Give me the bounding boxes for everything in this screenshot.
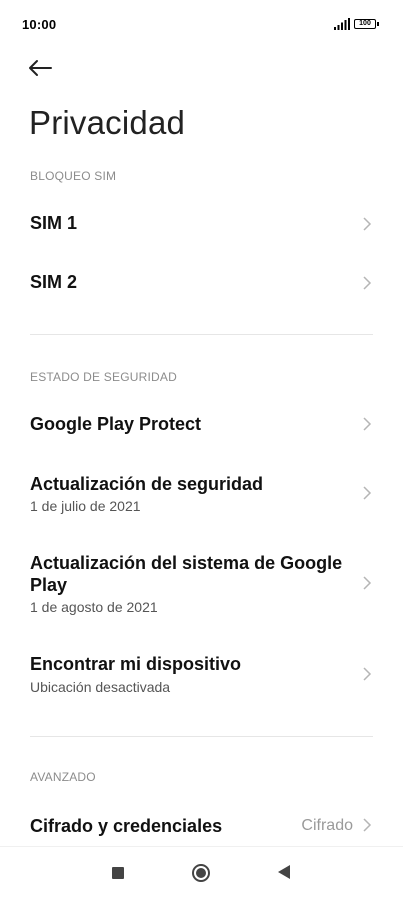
sim-1-title: SIM 1	[30, 213, 78, 233]
chevron-right-icon	[363, 417, 372, 431]
security-update-date: 1 de julio de 2021	[30, 498, 141, 514]
chevron-right-icon	[363, 217, 372, 231]
sim-2-title: SIM 2	[30, 272, 78, 292]
section-header-sim-lock: BLOQUEO SIM	[30, 169, 117, 183]
chevron-right-icon	[363, 486, 372, 500]
battery-level: 100	[359, 20, 371, 27]
status-bar: 10:00 100	[0, 0, 403, 48]
sim-1-row[interactable]: SIM 1	[0, 196, 403, 252]
chevron-right-icon	[363, 276, 372, 290]
google-play-system-update-date: 1 de agosto de 2021	[30, 599, 158, 615]
status-time: 10:00	[22, 17, 57, 32]
section-header-security-status: ESTADO DE SEGURIDAD	[30, 370, 177, 384]
section-divider	[30, 736, 373, 737]
encryption-credentials-row[interactable]: Cifrado y credenciales Cifrado	[0, 798, 403, 846]
sim-2-row[interactable]: SIM 2	[0, 255, 403, 311]
recent-apps-button[interactable]	[112, 867, 124, 879]
signal-icon	[334, 18, 350, 30]
chevron-right-icon	[363, 667, 372, 681]
google-play-protect-row[interactable]: Google Play Protect	[0, 396, 403, 452]
find-my-device-row[interactable]: Encontrar mi dispositivo Ubicación desac…	[0, 642, 403, 710]
arrow-left-icon	[29, 60, 52, 76]
home-button[interactable]	[191, 863, 211, 883]
google-play-protect-title: Google Play Protect	[30, 414, 202, 434]
chevron-right-icon	[363, 576, 372, 590]
security-update-row[interactable]: Actualización de seguridad 1 de julio de…	[0, 460, 403, 528]
nav-back-button[interactable]	[277, 864, 291, 880]
section-divider	[30, 334, 373, 335]
battery-icon: 100	[354, 19, 376, 29]
encryption-status-value: Cifrado	[301, 817, 353, 834]
google-play-system-update-title: Actualización del sistema de Google Play	[30, 553, 343, 595]
security-update-title: Actualización de seguridad	[30, 474, 264, 494]
chevron-right-icon	[363, 818, 372, 832]
page-title: Privacidad	[29, 104, 186, 141]
navigation-bar	[0, 846, 403, 897]
battery-tip	[377, 22, 379, 26]
back-button[interactable]	[28, 54, 60, 82]
section-header-advanced: AVANZADO	[30, 770, 96, 784]
google-play-system-update-row[interactable]: Actualización del sistema de Google Play…	[0, 540, 403, 626]
find-my-device-title: Encontrar mi dispositivo	[30, 654, 242, 674]
find-my-device-status: Ubicación desactivada	[30, 679, 171, 695]
